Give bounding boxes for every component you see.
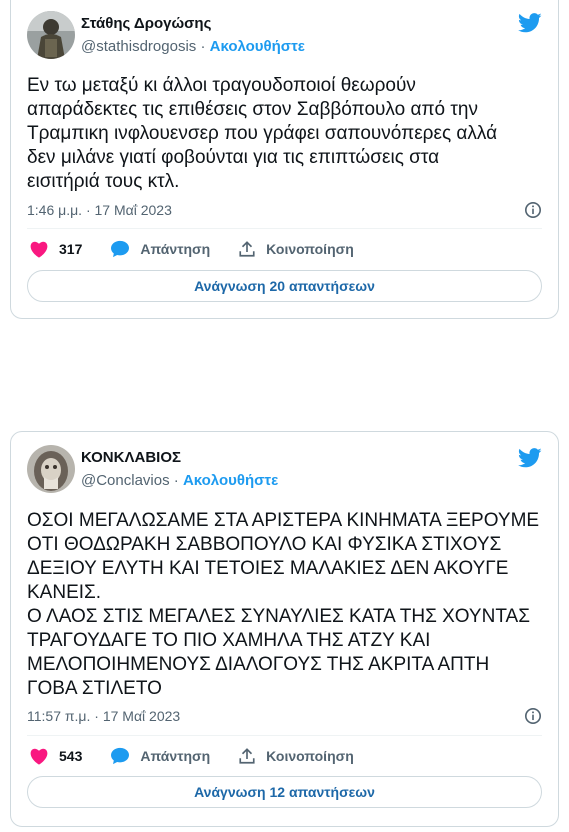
author-handle[interactable]: @stathisdrogosis xyxy=(81,38,196,55)
separator: · xyxy=(200,38,206,55)
avatar[interactable] xyxy=(27,445,75,493)
author-handle-line: @stathisdrogosis · Ακολουθήστε xyxy=(81,38,305,55)
reply-icon xyxy=(111,240,130,258)
info-icon[interactable] xyxy=(524,201,542,219)
read-replies-label: Ανάγνωση 12 απαντήσεων xyxy=(194,784,375,800)
follow-button[interactable]: Ακολουθήστε xyxy=(210,38,305,55)
timestamp[interactable]: 1:46 μ.μ. · 17 Μαΐ 2023 xyxy=(27,202,172,218)
share-button[interactable]: Κοινοποίηση xyxy=(238,747,354,765)
author-handle[interactable]: @Conclavios xyxy=(81,472,170,489)
read-replies-button[interactable]: Ανάγνωση 20 απαντήσεων xyxy=(27,270,542,302)
divider xyxy=(27,735,542,736)
heart-icon xyxy=(30,748,48,765)
tweet-card: ΚΟΝΚΛΑΒΙΟΣ @Conclavios · Ακολουθήστε ΟΣΟ… xyxy=(10,431,559,827)
action-bar: 317 Απάντηση Κοινοποίηση xyxy=(29,240,382,258)
follow-button[interactable]: Ακολουθήστε xyxy=(183,472,278,489)
action-bar: 543 Απάντηση Κοινοποίηση xyxy=(29,747,382,765)
read-replies-button[interactable]: Ανάγνωση 12 απαντήσεων xyxy=(27,776,542,808)
reply-icon xyxy=(111,747,130,765)
avatar[interactable] xyxy=(27,11,75,59)
share-icon xyxy=(239,241,255,257)
share-label: Κοινοποίηση xyxy=(266,241,354,257)
heart-icon xyxy=(30,241,48,258)
reply-button[interactable]: Απάντηση xyxy=(110,240,210,258)
reply-label: Απάντηση xyxy=(140,748,211,764)
share-label: Κοινοποίηση xyxy=(266,748,354,764)
like-count: 543 xyxy=(59,748,83,764)
like-button[interactable]: 317 xyxy=(29,240,82,258)
twitter-bird-icon[interactable] xyxy=(518,12,542,34)
tweet-text: ΟΣΟΙ ΜΕΓΑΛΩΣΑΜΕ ΣΤΑ ΑΡΙΣΤΕΡΑ ΚΙΝΗΜΑΤΑ ΞΕ… xyxy=(27,510,540,699)
tweet-card: Στάθης Δρογώσης @stathisdrogosis · Ακολο… xyxy=(10,0,559,319)
reply-button[interactable]: Απάντηση xyxy=(110,747,210,765)
separator: · xyxy=(173,472,179,489)
like-button[interactable]: 543 xyxy=(29,747,82,765)
twitter-bird-icon[interactable] xyxy=(518,447,542,469)
share-button[interactable]: Κοινοποίηση xyxy=(238,240,354,258)
divider xyxy=(27,228,542,229)
author-name[interactable]: ΚΟΝΚΛΑΒΙΟΣ xyxy=(81,449,181,466)
timestamp[interactable]: 11:57 π.μ. · 17 Μαΐ 2023 xyxy=(27,708,180,724)
like-count: 317 xyxy=(59,241,83,257)
author-name[interactable]: Στάθης Δρογώσης xyxy=(81,15,211,32)
author-handle-line: @Conclavios · Ακολουθήστε xyxy=(81,472,278,489)
reply-label: Απάντηση xyxy=(140,241,211,257)
share-icon xyxy=(239,748,255,764)
tweet-text: Εν τω μεταξύ κι άλλοι τραγουδοποιοί θεωρ… xyxy=(27,75,498,192)
info-icon[interactable] xyxy=(524,707,542,725)
read-replies-label: Ανάγνωση 20 απαντήσεων xyxy=(194,278,375,294)
